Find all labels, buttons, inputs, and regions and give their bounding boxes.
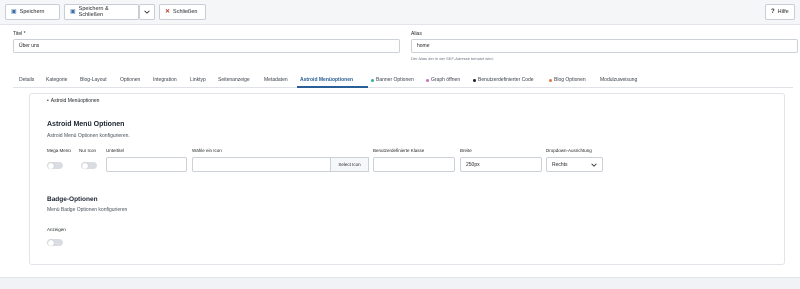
save-icon: ▣ — [11, 9, 17, 15]
save-close-label: Speichern & Schließen — [78, 6, 109, 18]
code-dot-icon — [473, 78, 476, 82]
tab-integration[interactable]: Integration — [153, 77, 177, 83]
blog-dot-icon — [549, 78, 552, 82]
active-tab-indicator — [297, 86, 368, 88]
graph-dot-icon — [426, 78, 429, 82]
toolbar: ▣ Speichern ▣ Speichern & Schließen ✕ Sc… — [0, 0, 800, 25]
tab-astroid-menueoptionen[interactable]: Astroid Menüoptionen — [300, 77, 353, 83]
save-options-dropdown[interactable] — [139, 4, 155, 20]
help-icon: ? — [771, 9, 775, 15]
mega-menu-label: Mega Menü — [47, 148, 71, 153]
title-input[interactable]: Über uns — [13, 39, 400, 53]
tab-banner-optionen[interactable]: Banner Optionen — [371, 77, 414, 83]
tab-bar: Details Kategorie Blog-Layout Optionen I… — [13, 74, 793, 88]
custom-class-input[interactable] — [373, 157, 455, 172]
save-label: Speichern — [19, 9, 45, 15]
bullet-icon: • — [47, 98, 49, 104]
close-icon: ✕ — [165, 9, 171, 15]
alias-hint: Der Alias der in der SEF-Adresse benutzt… — [411, 56, 494, 61]
badge-options-desc: Menü Badge Optionen konfigurieren — [47, 207, 128, 213]
options-panel — [29, 93, 785, 265]
subtitle-input[interactable] — [106, 157, 187, 172]
alias-input[interactable]: home — [411, 39, 798, 53]
alias-label: Alias — [411, 31, 422, 37]
badge-options-title: Badge-Optionen — [47, 196, 98, 203]
tab-seitenanzeige[interactable]: Seitenanzeige — [218, 77, 250, 83]
tab-metadaten[interactable]: Metadaten — [264, 77, 288, 83]
icon-only-toggle[interactable] — [81, 162, 97, 169]
icon-input[interactable] — [192, 157, 331, 172]
banner-dot-icon — [371, 78, 374, 82]
tab-details[interactable]: Details — [19, 77, 34, 83]
chevron-down-icon — [591, 163, 597, 167]
save-button[interactable]: ▣ Speichern — [5, 4, 60, 20]
title-label: Titel * — [13, 31, 26, 37]
menu-options-desc: Astroid Menü Optionen konfigurieren. — [47, 133, 130, 139]
dropdown-alignment-value: Rechts — [552, 161, 568, 168]
subtitle-label: Untertitel — [106, 148, 125, 153]
menu-options-title: Astroid Menü Optionen — [47, 121, 125, 128]
tab-linktyp[interactable]: Linktyp — [190, 77, 206, 83]
close-button[interactable]: ✕ Schließen — [159, 4, 206, 20]
help-label: Hilfe — [777, 9, 789, 15]
save-icon: ▣ — [70, 9, 76, 15]
footer-bar — [0, 277, 800, 289]
custom-class-label: Benutzerdefinierte Klasse — [373, 148, 425, 153]
width-input[interactable]: 250px — [460, 157, 542, 172]
dropdown-alignment-select[interactable]: Rechts — [546, 157, 603, 172]
chevron-down-icon — [144, 10, 150, 14]
tab-blog-layout[interactable]: Blog-Layout — [80, 77, 107, 83]
tab-blog-optionen[interactable]: Blog Optionen — [549, 77, 586, 83]
tab-benutzerdefinierter-code[interactable]: Benutzerdefinierter Code — [473, 77, 534, 83]
help-button[interactable]: ? Hilfe — [765, 4, 795, 20]
mega-menu-toggle[interactable] — [47, 162, 63, 169]
width-label: Breite — [460, 148, 472, 153]
tab-optionen[interactable]: Optionen — [120, 77, 140, 83]
close-label: Schließen — [173, 9, 198, 15]
badge-show-label: Anzeigen — [47, 227, 66, 232]
save-close-button[interactable]: ▣ Speichern & Schließen — [64, 4, 139, 20]
dropdown-alignment-label: Dropdown-Ausrichtung — [546, 148, 592, 153]
select-icon-button[interactable]: Select Icon — [330, 157, 369, 172]
tab-kategorie[interactable]: Kategorie — [46, 77, 67, 83]
tab-graph-oeffnen[interactable]: Graph öffnen — [426, 77, 460, 83]
panel-legend: • Astroid Menüoptionen — [47, 98, 100, 104]
icon-only-label: Nur Icon — [79, 148, 97, 153]
icon-select-label: Wähle ein Icon — [192, 148, 222, 153]
tab-modulzuweisung[interactable]: Modulzuweisung — [600, 77, 637, 83]
badge-show-toggle[interactable] — [47, 239, 63, 246]
